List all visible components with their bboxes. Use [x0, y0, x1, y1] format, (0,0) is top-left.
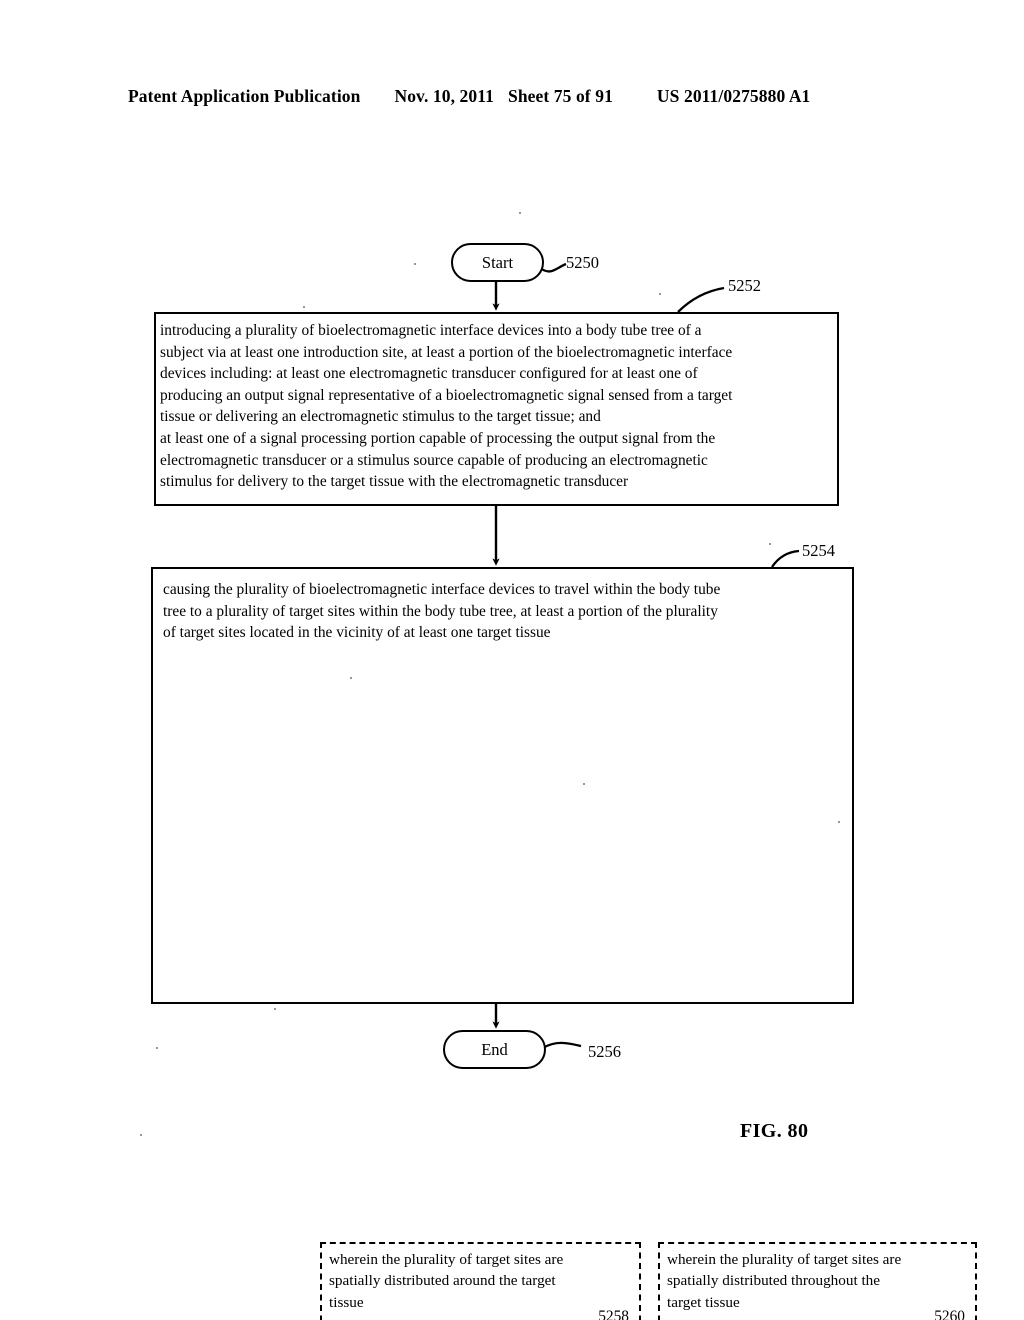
scan-speck [769, 543, 771, 545]
scan-speck [140, 1134, 142, 1136]
figure-caption: FIG. 80 [740, 1120, 809, 1142]
process-step-5252-text: introducing a plurality of bioelectromag… [160, 322, 733, 491]
process-step-5254-text: causing the plurality of bioelectromagne… [163, 581, 721, 642]
optional-substep-5258-text: wherein the plurality of target sites ar… [329, 1251, 564, 1311]
flow-start-node: Start [451, 243, 544, 282]
optional-substep-5260-text: wherein the plurality of target sites ar… [667, 1251, 902, 1311]
publication-date: Nov. 10, 2011 [394, 86, 494, 106]
process-step-5252: introducing a plurality of bioelectromag… [154, 312, 839, 506]
flow-end-label: End [481, 1039, 508, 1059]
scan-speck [274, 1008, 276, 1010]
scan-speck [659, 293, 661, 295]
patent-figure-page: Patent Application Publication Nov. 10, … [0, 0, 1024, 1320]
scan-speck [519, 212, 521, 214]
reference-numeral-5254: 5254 [802, 541, 835, 560]
reference-numeral-5252: 5252 [728, 276, 761, 295]
scan-speck [350, 677, 352, 679]
scan-speck [303, 306, 305, 308]
optional-substep-5260: wherein the plurality of target sites ar… [658, 1242, 977, 1320]
publication-header: Patent Application Publication Nov. 10, … [128, 86, 896, 112]
publication-number: US 2011/0275880 A1 [656, 86, 811, 106]
reference-numeral-5256: 5256 [588, 1042, 621, 1061]
optional-substep-5258: wherein the plurality of target sites ar… [320, 1242, 641, 1320]
scan-speck [838, 821, 840, 823]
scan-speck [583, 783, 585, 785]
flow-start-label: Start [481, 252, 514, 272]
reference-numeral-5260: 5260 [934, 1308, 965, 1320]
flow-end-node: End [443, 1030, 546, 1069]
reference-numeral-5258: 5258 [598, 1308, 629, 1320]
process-step-5254: causing the plurality of bioelectromagne… [151, 567, 977, 1320]
publication-title: Patent Application Publication [128, 86, 361, 106]
reference-numeral-5250: 5250 [566, 253, 599, 272]
scan-speck [156, 1047, 158, 1049]
scan-speck [414, 263, 416, 265]
sheet-number: Sheet 75 of 91 [507, 86, 613, 106]
